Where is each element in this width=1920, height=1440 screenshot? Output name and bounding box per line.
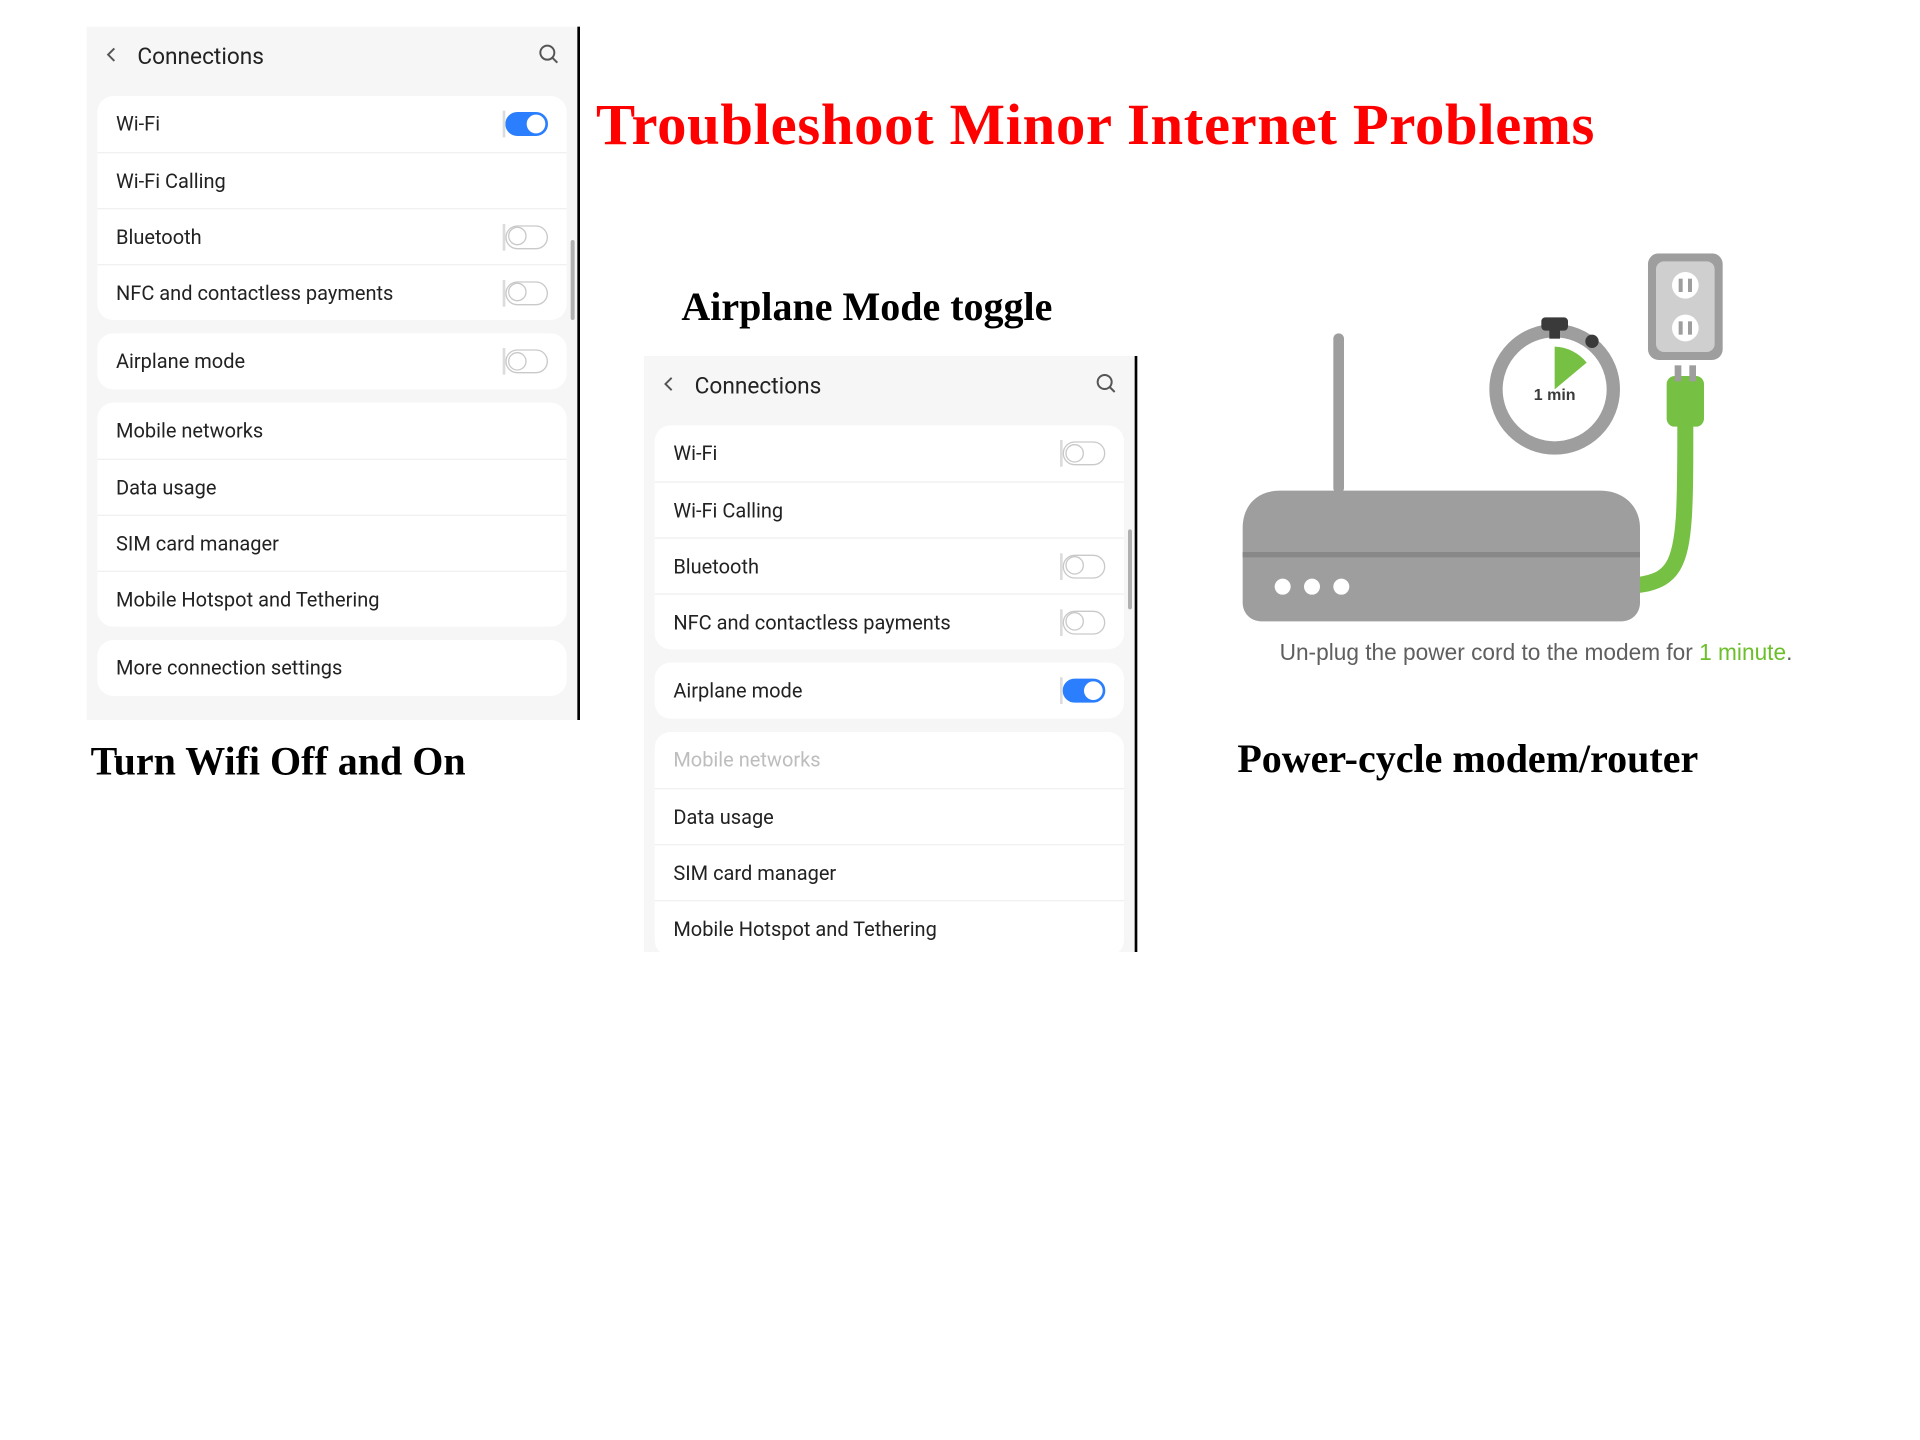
phone-header-title: Connections <box>132 44 537 71</box>
settings-group: Airplane mode <box>655 663 1124 719</box>
row-label: Mobile Hotspot and Tethering <box>116 587 379 611</box>
row-label: NFC and contactless payments <box>116 281 393 305</box>
row-data-usage[interactable]: Data usage <box>655 788 1124 844</box>
back-icon[interactable] <box>660 373 689 400</box>
row-airplane[interactable]: Airplane mode <box>97 333 566 389</box>
row-label: More connection settings <box>116 656 342 680</box>
row-label: Bluetooth <box>673 554 759 578</box>
search-icon[interactable] <box>537 42 561 73</box>
router-illustration: 1 min Un-plug the power cord to the mode… <box>1227 253 1867 693</box>
row-label: Wi-Fi <box>673 441 717 465</box>
search-icon[interactable] <box>1095 371 1119 402</box>
row-label: Mobile Hotspot and Tethering <box>673 917 936 941</box>
row-hotspot[interactable]: Mobile Hotspot and Tethering <box>655 900 1124 952</box>
airplane-toggle[interactable] <box>1063 679 1106 703</box>
bluetooth-toggle[interactable] <box>505 225 548 249</box>
row-mobile-networks: Mobile networks <box>655 732 1124 788</box>
router-note: Un-plug the power cord to the modem for … <box>1216 640 1856 667</box>
stopwatch-icon: 1 min <box>1496 317 1613 448</box>
phone-panel-airplane: Connections Wi-Fi Wi-Fi Calling Bluetoot… <box>644 356 1137 952</box>
row-wifi-calling[interactable]: Wi-Fi Calling <box>97 152 566 208</box>
row-label: Mobile networks <box>116 419 263 443</box>
settings-group: Mobile networks Data usage SIM card mana… <box>97 403 566 627</box>
row-hotspot[interactable]: Mobile Hotspot and Tethering <box>97 571 566 627</box>
timer-label: 1 min <box>1534 387 1576 404</box>
nfc-toggle[interactable] <box>1063 610 1106 634</box>
row-sim[interactable]: SIM card manager <box>655 844 1124 900</box>
phone-header: Connections <box>644 356 1135 417</box>
row-bluetooth[interactable]: Bluetooth <box>655 537 1124 593</box>
row-label: Data usage <box>673 805 773 829</box>
back-icon[interactable] <box>103 44 132 71</box>
row-wifi[interactable]: Wi-Fi <box>97 96 566 152</box>
row-label: Mobile networks <box>673 748 820 772</box>
phone-header: Connections <box>87 27 578 88</box>
airplane-toggle[interactable] <box>505 349 548 373</box>
settings-group: Airplane mode <box>97 333 566 389</box>
row-label: Data usage <box>116 475 216 499</box>
row-nfc[interactable]: NFC and contactless payments <box>655 593 1124 649</box>
caption-wifi: Turn Wifi Off and On <box>91 740 466 785</box>
page-title: Troubleshoot Minor Internet Problems <box>596 91 1595 159</box>
phone-panel-wifi: Connections Wi-Fi Wi-Fi Calling Bluetoot… <box>87 27 580 720</box>
row-label: NFC and contactless payments <box>673 610 950 634</box>
row-label: SIM card manager <box>116 531 279 555</box>
wifi-toggle[interactable] <box>505 112 548 136</box>
row-label: Bluetooth <box>116 225 202 249</box>
row-nfc[interactable]: NFC and contactless payments <box>97 264 566 320</box>
row-label: Wi-Fi Calling <box>673 498 783 522</box>
row-label: Wi-Fi Calling <box>116 169 226 193</box>
bluetooth-toggle[interactable] <box>1063 554 1106 578</box>
phone-header-title: Connections <box>689 373 1094 400</box>
row-label: Airplane mode <box>673 679 802 703</box>
settings-group: Wi-Fi Wi-Fi Calling Bluetooth NFC and co… <box>97 96 566 320</box>
outlet-icon <box>1648 253 1723 360</box>
row-wifi[interactable]: Wi-Fi <box>655 425 1124 481</box>
row-airplane[interactable]: Airplane mode <box>655 663 1124 719</box>
row-data-usage[interactable]: Data usage <box>97 459 566 515</box>
caption-power: Power-cycle modem/router <box>1237 737 1698 782</box>
row-label: SIM card manager <box>673 861 836 885</box>
row-sim[interactable]: SIM card manager <box>97 515 566 571</box>
scrollbar[interactable] <box>571 240 575 320</box>
settings-group: Mobile networks Data usage SIM card mana… <box>655 732 1124 952</box>
nfc-toggle[interactable] <box>505 281 548 305</box>
row-wifi-calling[interactable]: Wi-Fi Calling <box>655 481 1124 537</box>
caption-airplane: Airplane Mode toggle <box>681 285 1052 330</box>
row-label: Airplane mode <box>116 349 245 373</box>
settings-group: More connection settings <box>97 640 566 696</box>
row-more[interactable]: More connection settings <box>97 640 566 696</box>
row-label: Wi-Fi <box>116 112 160 136</box>
wifi-toggle[interactable] <box>1063 441 1106 465</box>
row-bluetooth[interactable]: Bluetooth <box>97 208 566 264</box>
scrollbar[interactable] <box>1128 529 1132 609</box>
settings-group: Wi-Fi Wi-Fi Calling Bluetooth NFC and co… <box>655 425 1124 649</box>
row-mobile-networks[interactable]: Mobile networks <box>97 403 566 459</box>
